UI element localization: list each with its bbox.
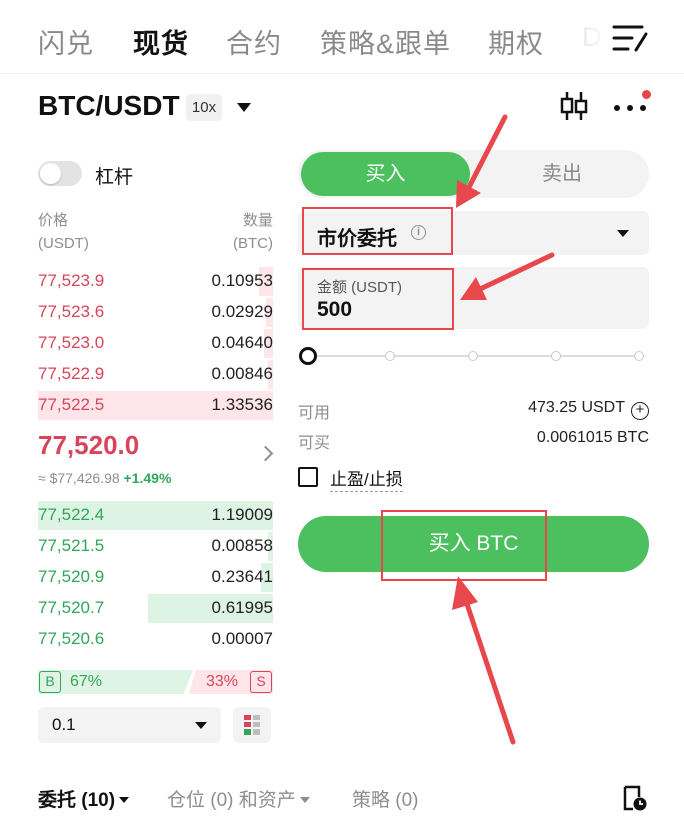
available-value: 473.25 USDT: [528, 399, 625, 416]
slider-step-50[interactable]: [468, 351, 478, 361]
precision-value: 0.1: [52, 715, 76, 734]
ask-qty: 0.10953: [211, 271, 273, 290]
bid-qty: 1.19009: [211, 505, 273, 524]
sell-percent: 33%: [206, 673, 239, 690]
bid-row[interactable]: 77,520.6 0.00007: [38, 625, 273, 656]
tab-fade: [560, 10, 610, 60]
tab-orders-label: 委托 (10): [38, 790, 116, 811]
fiat-price: ≈ $77,426.98: [38, 470, 120, 486]
top-tab-bar: 闪兑 现货 合约 策略&跟单 期权 D: [0, 0, 684, 74]
bid-row[interactable]: 77,521.5 0.00858: [38, 532, 273, 563]
leverage-badge: 10x: [186, 94, 222, 121]
ask-row[interactable]: 77,523.0 0.04640: [38, 329, 273, 360]
buyable-value: 0.0061015 BTC: [536, 429, 649, 446]
ask-qty: 1.33536: [211, 395, 273, 414]
pair-dropdown-icon[interactable]: [237, 103, 251, 112]
edit-menu-icon[interactable]: [612, 22, 648, 54]
bid-qty: 0.00858: [211, 536, 273, 555]
price-change: +1.49%: [123, 470, 172, 486]
slider-step-100[interactable]: [634, 351, 644, 361]
annotation-box-amount: [302, 268, 454, 330]
buy-badge: B: [39, 671, 61, 693]
buy-tab[interactable]: 买入: [301, 152, 470, 196]
tab-options[interactable]: 期权: [488, 22, 544, 61]
bid-price: 77,522.4: [38, 505, 105, 524]
buyable-label: 可买: [298, 435, 331, 452]
bid-row[interactable]: 77,520.7 0.61995: [38, 594, 273, 625]
orderbook-layout-button[interactable]: [233, 707, 271, 743]
margin-toggle[interactable]: [38, 161, 82, 186]
ask-row[interactable]: 77,523.6 0.02929: [38, 298, 273, 329]
sell-badge: S: [250, 671, 272, 693]
chevron-down-icon[interactable]: [617, 230, 629, 237]
bid-qty: 0.00007: [211, 629, 273, 648]
orderbook-layout-icon: [244, 715, 260, 735]
bid-row[interactable]: 77,520.9 0.23641: [38, 563, 273, 594]
sell-tab[interactable]: 卖出: [478, 152, 646, 196]
price-column-header: 价格 (USDT): [38, 209, 89, 255]
bid-price: 77,520.9: [38, 567, 105, 586]
ask-qty: 0.00846: [211, 364, 273, 383]
bid-price: 77,520.7: [38, 598, 105, 617]
last-price[interactable]: 77,520.0: [38, 430, 139, 461]
bid-row[interactable]: 77,522.4 1.19009: [38, 501, 273, 532]
margin-label: 杠杆: [95, 167, 134, 188]
tab-strategy-copy[interactable]: 策略&跟单: [320, 22, 451, 61]
tpsl-checkbox[interactable]: [298, 467, 318, 487]
ask-price: 77,522.5: [38, 395, 105, 414]
precision-select[interactable]: 0.1: [38, 707, 221, 743]
tab-spot[interactable]: 现货: [133, 22, 189, 61]
buyable-row: 可买 0.0061015 BTC: [298, 429, 649, 453]
price-header-label: 价格: [38, 212, 69, 229]
tab-orders[interactable]: 委托 (10): [38, 785, 130, 812]
annotation-box-buy-button: [381, 510, 547, 581]
reference-price: ≈ $77,426.98 +1.49%: [38, 470, 171, 486]
buy-ratio-bar: [38, 670, 193, 694]
bid-qty: 0.61995: [211, 598, 273, 617]
bid-price: 77,520.6: [38, 629, 105, 648]
available-row: 可用 473.25 USDT +: [298, 399, 649, 423]
ask-qty: 0.02929: [211, 302, 273, 321]
tab-futures[interactable]: 合约: [226, 22, 282, 61]
bid-qty: 0.23641: [211, 567, 273, 586]
notification-dot: [642, 90, 651, 99]
slider-step-75[interactable]: [551, 351, 561, 361]
buy-sell-ratio: B 67% 33% S: [38, 670, 273, 694]
buy-percent: 67%: [70, 673, 103, 690]
toggle-knob: [40, 163, 61, 184]
available-label: 可用: [298, 405, 331, 422]
ask-row[interactable]: 77,522.9 0.00846: [38, 360, 273, 391]
slider-step-25[interactable]: [385, 351, 395, 361]
chevron-down-icon: [299, 797, 310, 803]
order-history-icon[interactable]: [620, 784, 648, 812]
available-value-wrap: 473.25 USDT +: [528, 399, 649, 420]
ask-price: 77,523.0: [38, 333, 105, 352]
add-funds-icon[interactable]: +: [631, 402, 649, 420]
qty-unit-label: (BTC): [233, 235, 273, 252]
ask-row[interactable]: 77,522.5 1.33536: [38, 391, 273, 422]
more-icon[interactable]: [612, 96, 650, 118]
amount-slider[interactable]: [298, 345, 649, 367]
ask-row[interactable]: 77,523.9 0.10953: [38, 267, 273, 298]
ask-price: 77,523.9: [38, 271, 105, 290]
candlestick-chart-icon[interactable]: [558, 90, 590, 122]
tpsl-label[interactable]: 止盈/止损: [330, 465, 403, 492]
slider-handle[interactable]: [299, 347, 317, 365]
annotation-box-order-type: [302, 207, 453, 255]
tab-convert[interactable]: 闪兑: [38, 22, 94, 61]
qty-column-header: 数量 (BTC): [200, 209, 273, 255]
chevron-right-icon[interactable]: [257, 445, 274, 462]
tab-positions-label: 仓位 (0) 和资产: [167, 790, 296, 811]
price-unit-label: (USDT): [38, 235, 89, 252]
chevron-down-icon: [119, 797, 130, 803]
ask-qty: 0.04640: [211, 333, 273, 352]
bid-price: 77,521.5: [38, 536, 105, 555]
ask-price: 77,522.9: [38, 364, 105, 383]
chevron-down-icon: [195, 722, 207, 729]
tab-positions-assets[interactable]: 仓位 (0) 和资产: [167, 785, 310, 812]
qty-header-label: 数量: [242, 212, 273, 229]
ask-price: 77,523.6: [38, 302, 105, 321]
tab-strategies[interactable]: 策略 (0): [352, 785, 419, 812]
trading-pair[interactable]: BTC/USDT: [38, 90, 180, 122]
